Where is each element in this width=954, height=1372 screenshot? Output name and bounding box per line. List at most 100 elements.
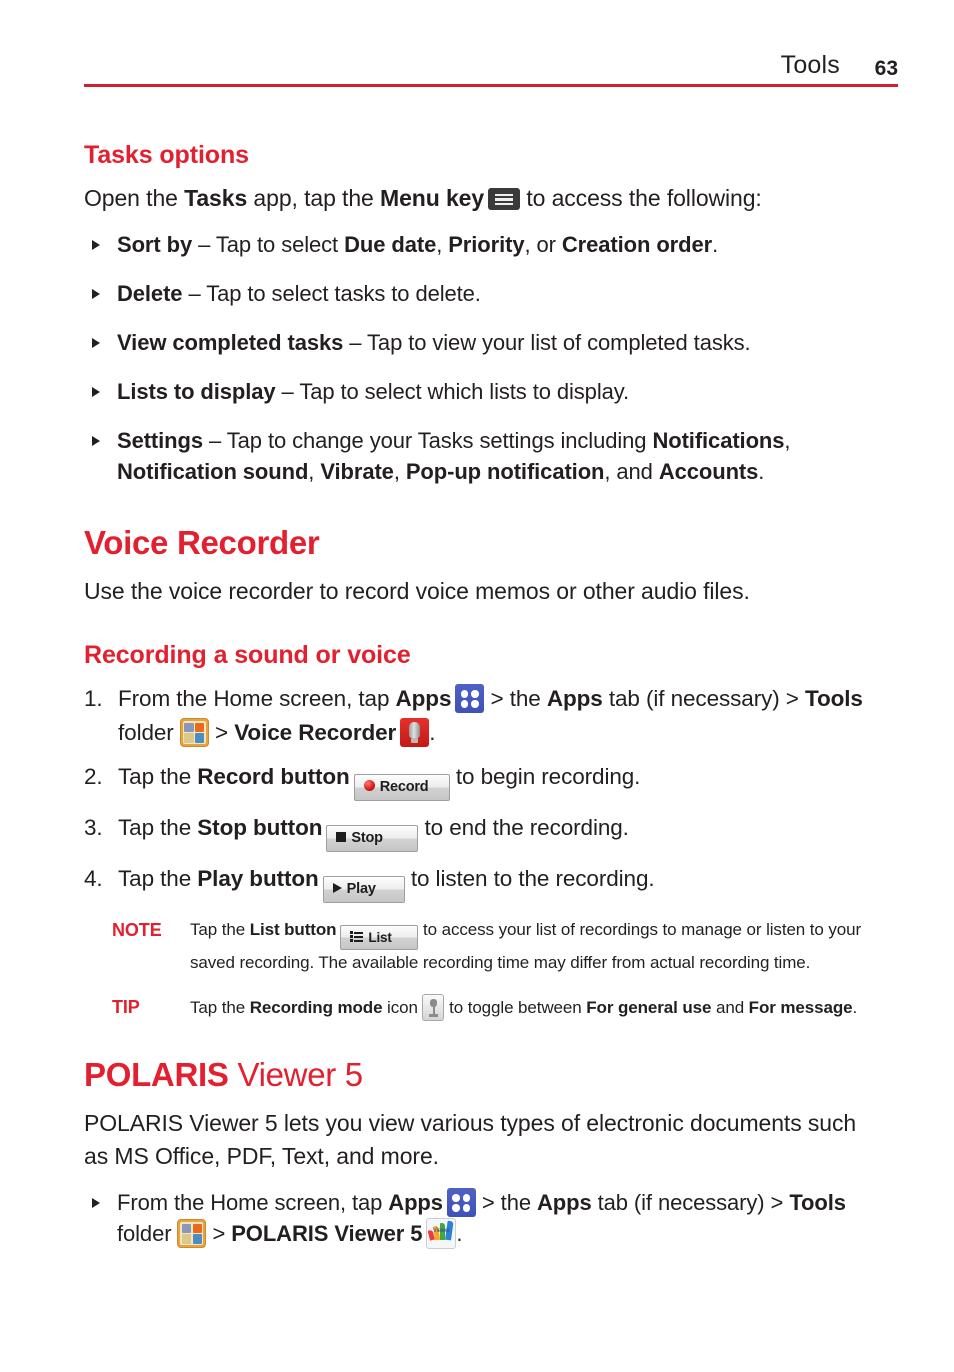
step-text: Tap the (118, 764, 198, 789)
bullet-term: Delete (117, 281, 183, 306)
polaris-list: From the Home screen, tap Apps > the App… (84, 1187, 874, 1249)
list-button-label: List (368, 930, 392, 945)
polaris-intro: POLARIS Viewer 5 lets you view various t… (84, 1110, 857, 1169)
play-button[interactable]: Play (322, 876, 405, 903)
list-item: From the Home screen, tap Apps > the App… (84, 1187, 874, 1249)
tools-folder-icon (177, 1219, 207, 1248)
bullet-triangle-icon (92, 240, 100, 250)
intro-text-c: to access the following: (520, 185, 762, 211)
voice-recorder-icon (400, 718, 430, 747)
list-item: 3. Tap the Stop button Stop to end the re… (84, 811, 874, 852)
note-text: Tap the (190, 920, 250, 939)
bullet-text: folder (117, 1221, 178, 1246)
list-item: Lists to display – Tap to select which l… (84, 376, 874, 407)
bullet-text: . (456, 1221, 463, 1246)
list-item: Settings – Tap to change your Tasks sett… (84, 425, 874, 487)
bullet-emphasis: POLARIS Viewer 5 (231, 1221, 423, 1246)
intro-menu-key-emphasis: Menu key (380, 185, 485, 211)
play-button-label: Play (346, 881, 376, 897)
voice-recorder-intro: Use the voice recorder to record voice m… (84, 578, 750, 604)
intro-tasks-emphasis: Tasks (184, 185, 248, 211)
step-emphasis: Apps (395, 686, 452, 711)
bullet-text: , (393, 459, 406, 484)
menu-key-icon (488, 188, 521, 210)
page-number: 63 (874, 57, 898, 80)
bullet-text: . (758, 459, 765, 484)
header-rule (84, 84, 898, 87)
note-emphasis: List button (249, 920, 337, 939)
bullet-triangle-icon (92, 1198, 100, 1208)
bullet-text: , (436, 232, 449, 257)
list-item: 2. Tap the Record button Record to begin … (84, 760, 874, 801)
tip-text: to toggle between (444, 998, 587, 1017)
recording-steps-list: 1. From the Home screen, tap Apps > the … (84, 682, 874, 903)
bullet-dash: – (203, 428, 227, 453)
bullet-dash: – (275, 379, 300, 404)
bullet-triangle-icon (92, 338, 100, 348)
record-button[interactable]: Record (353, 774, 450, 801)
tip-text: . (852, 998, 858, 1017)
tasks-options-intro: Open the Tasks app, tap the Menu key to … (84, 182, 874, 215)
bullet-text: , (308, 459, 321, 484)
bullet-text: Tap to select which lists to display. (299, 379, 630, 404)
stop-button-label: Stop (351, 830, 383, 846)
list-button[interactable]: List (340, 925, 419, 950)
page-content: Tasks options Open the Tasks app, tap th… (84, 140, 874, 1267)
bullet-emphasis: Accounts (658, 459, 759, 484)
bullet-text: , and (604, 459, 659, 484)
list-item: View completed tasks – Tap to view your … (84, 327, 874, 358)
step-emphasis: Play button (197, 866, 319, 891)
list-item: Sort by – Tap to select Due date, Priori… (84, 229, 874, 260)
bullet-term: View completed tasks (117, 330, 344, 355)
bullet-text: , (784, 428, 791, 453)
bullet-emphasis: Due date (344, 232, 437, 257)
tools-folder-icon (179, 718, 209, 747)
stop-button[interactable]: Stop (326, 825, 419, 852)
tip-emphasis: For general use (586, 998, 712, 1017)
bullet-emphasis: Creation order (561, 232, 713, 257)
step-text: > the (484, 686, 547, 711)
polaris-heading: POLARIS Viewer 5 (84, 1055, 874, 1095)
bullet-text: , or (524, 232, 562, 257)
bullet-emphasis: Apps (536, 1190, 592, 1215)
tip-text: icon (382, 998, 423, 1017)
manual-page: Tools 63 Tasks options Open the Tasks ap… (0, 0, 954, 1372)
bullet-triangle-icon (92, 436, 100, 446)
step-emphasis: Record button (197, 764, 350, 789)
page-header: Tools 63 (84, 48, 898, 88)
step-emphasis: Stop button (197, 815, 323, 840)
header-title: Tools (780, 51, 840, 79)
bullet-dash: – (192, 232, 216, 257)
step-text: > (208, 720, 235, 745)
tip-text: Tap the (190, 998, 250, 1017)
tip-text: and (711, 998, 749, 1017)
bullet-term: Lists to display (117, 379, 276, 404)
step-text: to listen to the recording. (404, 866, 655, 891)
step-emphasis: Apps (546, 686, 603, 711)
step-text: Tap the (118, 866, 198, 891)
bullet-emphasis: Notification sound (117, 459, 309, 484)
bullet-dash: – (343, 330, 368, 355)
recording-mode-icon[interactable] (422, 994, 445, 1021)
note-tag: NOTE (112, 920, 162, 940)
bullet-text: From the Home screen, tap (117, 1190, 389, 1215)
apps-icon (446, 1188, 476, 1217)
tip-emphasis: Recording mode (249, 998, 383, 1017)
step-text: folder (118, 720, 180, 745)
bullet-emphasis: Notifications (652, 428, 785, 453)
bullet-emphasis: Apps (388, 1190, 443, 1215)
bullet-emphasis: Vibrate (320, 459, 394, 484)
tasks-options-list: Sort by – Tap to select Due date, Priori… (84, 229, 874, 487)
polaris-heading-bold: POLARIS (84, 1056, 229, 1093)
step-number: 2. (84, 764, 103, 789)
bullet-text: Tap to select (215, 232, 345, 257)
step-text: tab (if necessary) > (602, 686, 805, 711)
step-emphasis: Tools (804, 686, 863, 711)
record-circle-icon (363, 780, 375, 791)
bullet-term: Sort by (117, 232, 193, 257)
tasks-options-heading: Tasks options (84, 141, 249, 169)
bullet-text: . (712, 232, 719, 257)
bullet-text: Tap to select tasks to delete. (206, 281, 481, 306)
step-number: 3. (84, 815, 103, 840)
polaris-heading-light: Viewer 5 (228, 1056, 363, 1093)
